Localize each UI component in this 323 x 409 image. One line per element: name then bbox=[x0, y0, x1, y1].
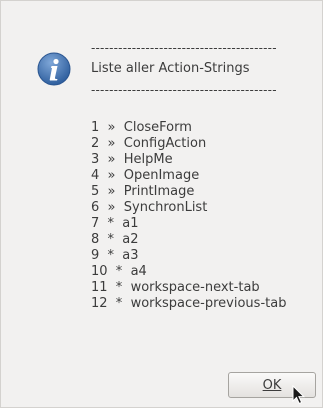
list-item: 12 * workspace-previous-tab bbox=[91, 296, 287, 311]
message-title: Liste aller Action-Strings bbox=[91, 61, 250, 76]
message-dialog: ----------------------------------------… bbox=[0, 0, 323, 408]
list-item: 7 * a1 bbox=[91, 216, 139, 231]
list-item: 10 * a4 bbox=[91, 264, 147, 279]
list-item: 2 » ConfigAction bbox=[91, 136, 207, 151]
ok-button-label: OK bbox=[263, 378, 282, 393]
list-item: 6 » SynchronList bbox=[91, 200, 208, 215]
action-list: 1 » CloseForm 2 » ConfigAction 3 » HelpM… bbox=[91, 120, 316, 312]
list-item: 11 * workspace-next-tab bbox=[91, 280, 260, 295]
ok-label-text: OK bbox=[262, 377, 282, 393]
mouse-pointer-icon bbox=[292, 384, 306, 405]
separator-bottom: ----------------------------------------… bbox=[91, 83, 277, 97]
info-icon bbox=[37, 52, 71, 86]
list-item: 4 » OpenImage bbox=[91, 168, 200, 183]
list-item: 3 » HelpMe bbox=[91, 152, 173, 167]
list-item: 8 * a2 bbox=[91, 232, 139, 247]
list-item: 5 » PrintImage bbox=[91, 184, 195, 199]
list-item: 9 * a3 bbox=[91, 248, 139, 263]
dialog-message: ----------------------------------------… bbox=[91, 41, 316, 312]
separator-top: ----------------------------------------… bbox=[91, 41, 277, 55]
list-item: 1 » CloseForm bbox=[91, 120, 192, 135]
